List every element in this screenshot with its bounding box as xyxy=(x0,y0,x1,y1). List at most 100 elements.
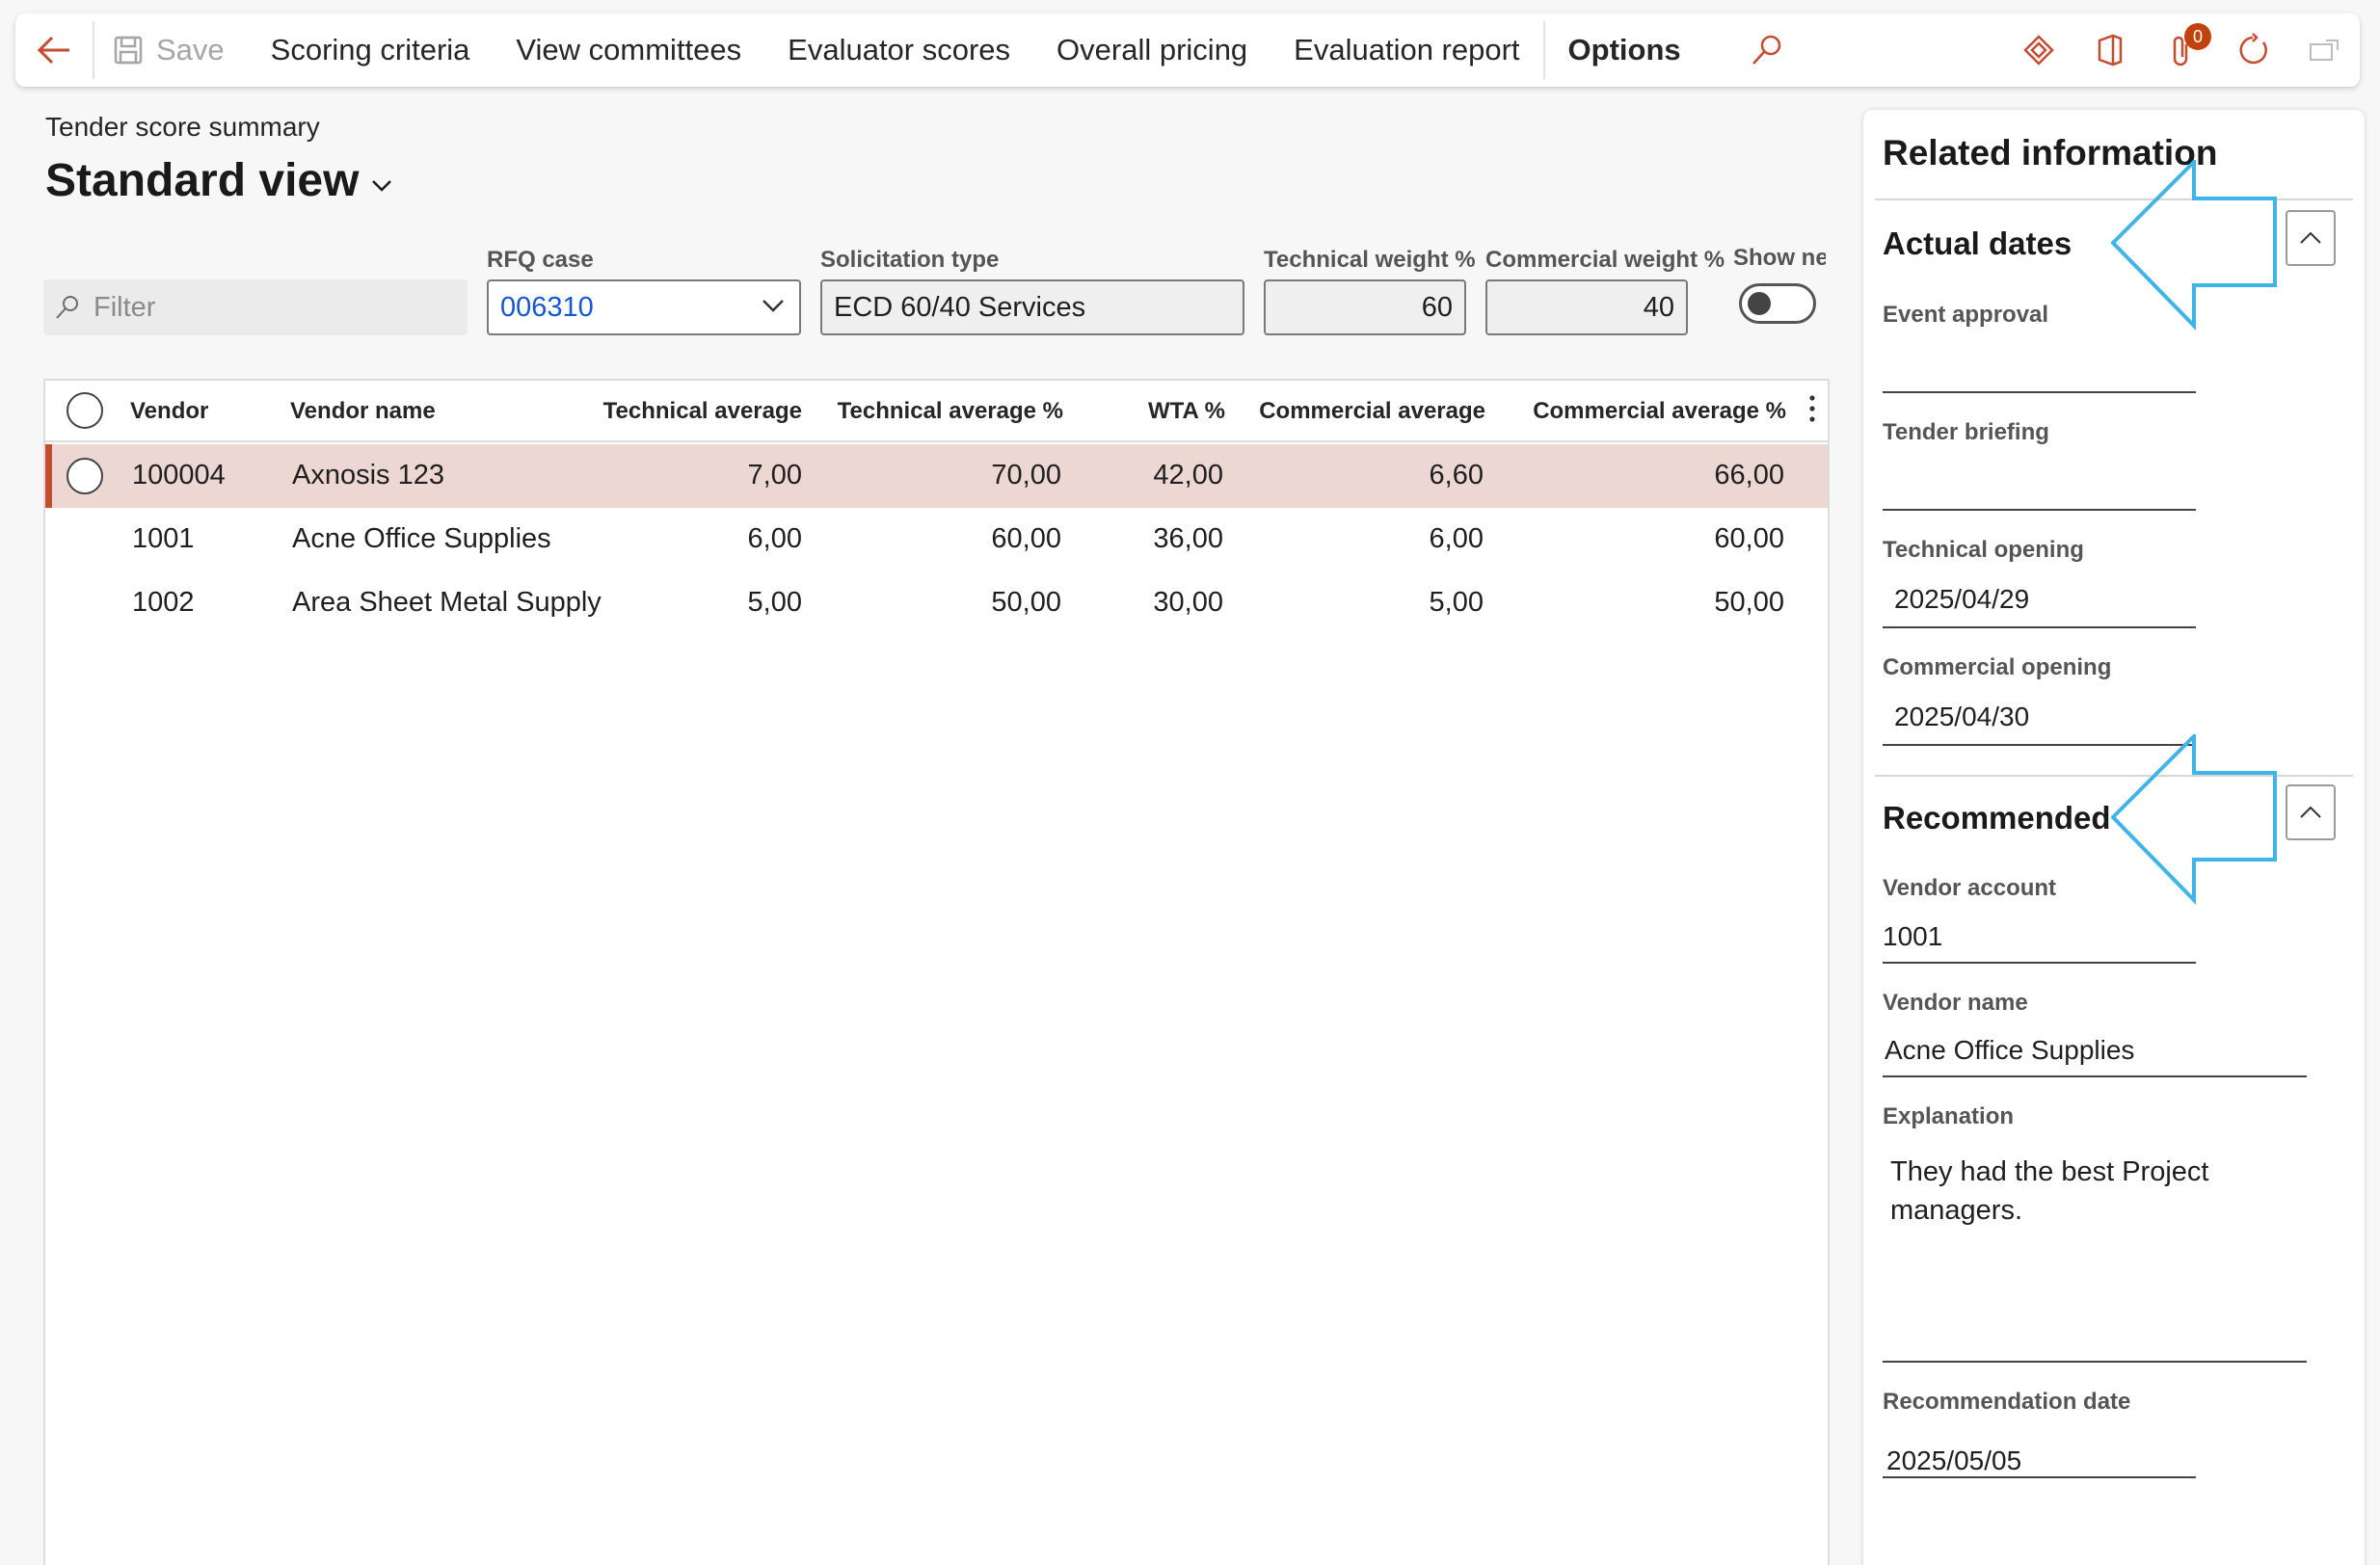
solicitation-type-value: ECD 60/40 Services xyxy=(834,291,1086,323)
vendor-name-underline xyxy=(1883,1075,2307,1077)
header-technical-average[interactable]: Technical average xyxy=(566,398,802,425)
cell-vendor: 100004 xyxy=(132,460,226,491)
toggle-knob xyxy=(1748,292,1771,315)
table-row[interactable]: 100004 Axnosis 123 7,00 70,00 42,00 6,60… xyxy=(45,444,1828,508)
explanation-underline xyxy=(1883,1361,2307,1363)
header-commercial-average-pct[interactable]: Commercial average % xyxy=(1491,398,1786,425)
office-icon xyxy=(2098,34,2123,66)
refresh-button[interactable] xyxy=(2217,13,2288,87)
search-button[interactable] xyxy=(1724,13,1810,87)
view-selector[interactable]: Standard view xyxy=(45,154,393,207)
cell-commercial-average-pct: 60,00 xyxy=(1714,523,1784,554)
cell-technical-average-pct: 70,00 xyxy=(991,460,1061,491)
cell-technical-average-pct: 50,00 xyxy=(991,587,1061,618)
cell-wta-pct: 42,00 xyxy=(1153,460,1223,491)
chevron-down-icon xyxy=(762,300,784,312)
toolbar-right-icons: 0 xyxy=(2003,13,2360,87)
technical-weight-field: 60 xyxy=(1264,279,1466,335)
overall-pricing-button[interactable]: Overall pricing xyxy=(1033,13,1270,87)
technical-opening-value: 2025/04/29 xyxy=(1894,584,2030,614)
cell-commercial-average-pct: 66,00 xyxy=(1714,460,1784,491)
cell-vendor-name: Axnosis 123 xyxy=(292,460,444,491)
action-bar: Save Scoring criteria View committees Ev… xyxy=(15,13,2360,87)
technical-opening-label: Technical opening xyxy=(1883,537,2084,563)
explanation-label: Explanation xyxy=(1883,1103,2015,1129)
actual-dates-collapse-button[interactable] xyxy=(2286,210,2336,266)
chevron-down-icon xyxy=(372,179,392,192)
options-tab[interactable]: Options xyxy=(1545,13,1704,87)
recommended-collapse-button[interactable] xyxy=(2286,784,2336,840)
cell-wta-pct: 30,00 xyxy=(1153,587,1223,618)
header-vendor[interactable]: Vendor xyxy=(130,398,208,425)
save-icon xyxy=(114,36,143,65)
header-wta-pct[interactable]: WTA % xyxy=(1067,398,1225,425)
show-toggle-label: Show ne xyxy=(1733,245,1826,271)
attachments-button[interactable]: 0 xyxy=(2146,13,2217,87)
save-button[interactable]: Save xyxy=(94,13,248,87)
vendor-account-underline xyxy=(1883,962,2196,964)
view-title: Standard view xyxy=(45,155,360,206)
recommendation-date-value: 2025/05/05 xyxy=(1886,1446,2022,1475)
show-toggle[interactable] xyxy=(1739,283,1816,324)
tender-briefing-underline xyxy=(1883,509,2196,511)
more-options-icon[interactable] xyxy=(1808,394,1816,423)
cell-commercial-average: 5,00 xyxy=(1429,587,1484,618)
event-approval-label: Event approval xyxy=(1883,302,2049,328)
callout-arrow-icon xyxy=(2111,160,2277,331)
actual-dates-title[interactable]: Actual dates xyxy=(1883,225,2072,262)
vendor-name-label: Vendor name xyxy=(1883,990,2028,1016)
commercial-opening-label: Commercial opening xyxy=(1883,654,2112,680)
vendor-account-value: 1001 xyxy=(1883,921,1943,951)
commercial-weight-value: 40 xyxy=(1643,291,1674,323)
cell-technical-average: 5,00 xyxy=(747,587,802,618)
technical-weight-label: Technical weight % xyxy=(1264,247,1476,273)
back-arrow-icon xyxy=(37,36,69,65)
header-commercial-average[interactable]: Commercial average xyxy=(1231,398,1485,425)
cell-vendor: 1001 xyxy=(132,523,195,554)
cell-wta-pct: 36,00 xyxy=(1153,523,1223,554)
table-row[interactable]: 1002 Area Sheet Metal Supply 5,00 50,00 … xyxy=(45,571,1828,635)
filter-box[interactable] xyxy=(43,279,468,335)
explanation-value: They had the best Project managers. xyxy=(1890,1156,2209,1226)
recommendation-date-label: Recommendation date xyxy=(1883,1389,2131,1415)
score-grid: Vendor Vendor name Technical average Tec… xyxy=(43,379,1830,1565)
row-select-radio[interactable] xyxy=(67,458,103,494)
filter-input[interactable] xyxy=(94,291,460,324)
view-committees-button[interactable]: View committees xyxy=(493,13,764,87)
office-button[interactable] xyxy=(2074,13,2146,87)
callout-arrow-icon xyxy=(2111,734,2277,905)
evaluator-scores-button[interactable]: Evaluator scores xyxy=(764,13,1033,87)
cell-commercial-average-pct: 50,00 xyxy=(1714,587,1784,618)
page-caption: Tender score summary xyxy=(45,112,320,142)
cell-commercial-average: 6,00 xyxy=(1429,523,1484,554)
scoring-criteria-button[interactable]: Scoring criteria xyxy=(248,13,494,87)
chevron-up-icon xyxy=(2300,806,2321,818)
solicitation-type-field: ECD 60/40 Services xyxy=(820,279,1244,335)
commercial-weight-label: Commercial weight % xyxy=(1485,247,1725,273)
cell-commercial-average: 6,60 xyxy=(1429,460,1484,491)
header-vendor-name[interactable]: Vendor name xyxy=(290,398,436,425)
technical-opening-underline xyxy=(1883,626,2196,628)
open-new-window-button[interactable] xyxy=(2288,13,2360,87)
vendor-name-value: Acne Office Supplies xyxy=(1885,1035,2135,1065)
table-row[interactable]: 1001 Acne Office Supplies 6,00 60,00 36,… xyxy=(45,508,1828,571)
refresh-icon xyxy=(2239,33,2267,65)
pop-out-icon xyxy=(2310,40,2339,61)
grid-header: Vendor Vendor name Technical average Tec… xyxy=(45,381,1828,442)
cell-vendor-name: Area Sheet Metal Supply xyxy=(292,587,602,618)
search-icon xyxy=(1752,35,1780,65)
rfq-case-dropdown[interactable]: 006310 xyxy=(487,279,801,335)
evaluation-report-button[interactable]: Evaluation report xyxy=(1270,13,1542,87)
select-all-radio[interactable] xyxy=(67,392,103,429)
solicitation-type-label: Solicitation type xyxy=(820,247,1000,273)
tender-briefing-label: Tender briefing xyxy=(1883,419,2049,445)
back-button[interactable] xyxy=(15,13,93,87)
chevron-up-icon xyxy=(2300,231,2321,244)
rfq-case-value: 006310 xyxy=(500,291,594,323)
recommended-title[interactable]: Recommended xyxy=(1883,800,2111,836)
cell-technical-average: 7,00 xyxy=(747,460,802,491)
vendor-account-label: Vendor account xyxy=(1883,875,2057,901)
header-technical-average-pct[interactable]: Technical average % xyxy=(807,398,1063,425)
power-apps-button[interactable] xyxy=(2003,13,2074,87)
cell-technical-average-pct: 60,00 xyxy=(991,523,1061,554)
